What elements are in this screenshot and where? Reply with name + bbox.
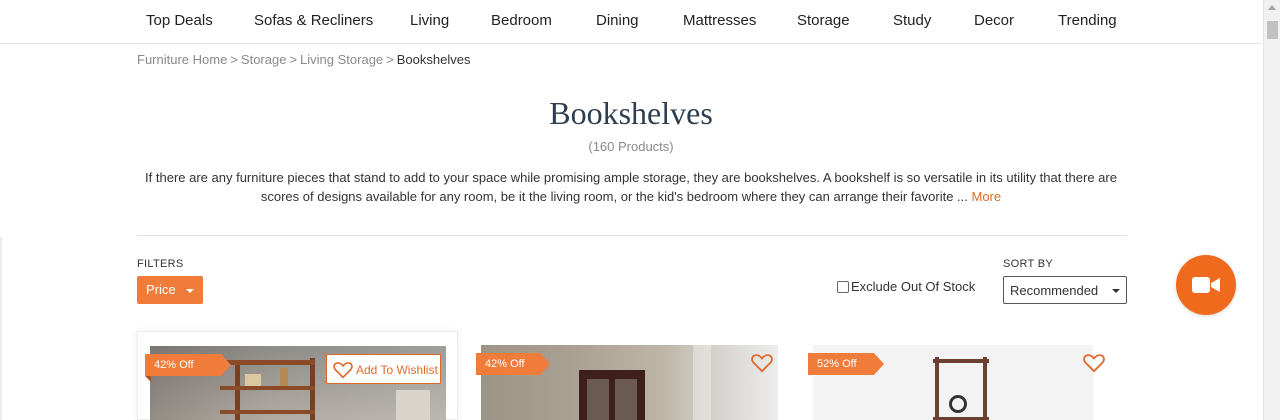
nav-trending[interactable]: Trending — [1058, 12, 1117, 29]
shelf-post — [935, 357, 939, 420]
shelf-post — [983, 357, 987, 420]
filters-label: FILTERS — [137, 258, 184, 270]
product-card[interactable]: 42% Off — [476, 331, 780, 420]
shelf-board — [220, 386, 315, 390]
discount-badge: 42% Off — [145, 354, 231, 382]
nav-top-deals[interactable]: Top Deals — [146, 12, 213, 29]
heart-outline-icon[interactable] — [1083, 353, 1105, 373]
price-filter-button[interactable]: Price — [137, 276, 203, 304]
section-divider — [137, 235, 1127, 236]
discount-badge-label: 42% Off — [485, 358, 525, 370]
curtain — [693, 345, 711, 420]
sort-by-select[interactable]: Recommended — [1003, 276, 1127, 304]
cabinet-glass — [587, 379, 609, 420]
caret-down-icon — [186, 289, 194, 293]
shelf-board — [933, 359, 989, 363]
page-scrollbar[interactable] — [1263, 0, 1280, 420]
nav-dining[interactable]: Dining — [596, 12, 639, 29]
discount-badge-label: 52% Off — [817, 358, 857, 370]
nav-mattresses[interactable]: Mattresses — [683, 12, 756, 29]
scroll-thumb[interactable] — [1267, 21, 1278, 39]
exclude-out-of-stock-checkbox[interactable] — [837, 280, 849, 293]
caret-down-icon — [1112, 289, 1120, 293]
product-card[interactable]: 52% Off — [808, 331, 1112, 420]
scroll-up-arrow-icon[interactable] — [1268, 5, 1276, 10]
shelf-board — [220, 360, 315, 365]
category-description: If there are any furniture pieces that s… — [135, 168, 1127, 206]
more-link[interactable]: More — [972, 189, 1002, 204]
breadcrumb-living-storage[interactable]: Living Storage — [300, 52, 383, 67]
cabinet-glass — [615, 379, 637, 420]
sort-by-label: SORT BY — [1003, 258, 1053, 270]
shelf-decor — [245, 374, 261, 386]
product-count: (160 Products) — [588, 139, 674, 154]
discount-badge-label: 42% Off — [154, 359, 194, 371]
nav-decor[interactable]: Decor — [974, 12, 1014, 29]
sort-by-value: Recommended — [1010, 283, 1099, 298]
add-to-wishlist-button[interactable]: Add To Wishlist — [326, 354, 441, 384]
breadcrumb: Furniture Home > Storage > Living Storage > Bo… — [137, 52, 470, 67]
video-camera-icon — [1192, 277, 1220, 293]
breadcrumb-separator: > — [289, 52, 298, 67]
nav-sofas-recliners[interactable]: Sofas & Recliners — [254, 12, 373, 29]
discount-badge: 52% Off — [808, 353, 884, 375]
nav-study[interactable]: Study — [893, 12, 931, 29]
breadcrumb-separator: > — [230, 52, 238, 67]
shelf-board — [220, 410, 315, 414]
nav-living[interactable]: Living — [410, 12, 449, 29]
heart-outline-icon — [333, 362, 353, 379]
wall-art — [396, 390, 430, 420]
clock-decor — [949, 395, 967, 413]
product-card[interactable]: 42% Off Add To Wishlist — [137, 331, 458, 420]
page-title: Bookshelves — [549, 95, 713, 131]
price-filter-label: Price — [146, 282, 176, 297]
top-nav: Top Deals Sofas & Recliners Living Bedro… — [0, 0, 1262, 44]
add-to-wishlist-label: Add To Wishlist — [356, 363, 438, 377]
heart-outline-icon[interactable] — [751, 353, 773, 373]
breadcrumb-storage[interactable]: Storage — [241, 52, 287, 67]
nav-storage[interactable]: Storage — [797, 12, 850, 29]
exclude-out-of-stock-label: Exclude Out Of Stock — [851, 279, 976, 294]
breadcrumb-separator: > — [386, 52, 394, 67]
discount-badge: 42% Off — [476, 353, 550, 375]
shelf-decor — [280, 368, 288, 386]
breadcrumb-current: Bookshelves — [396, 52, 471, 67]
left-edge-divider — [0, 237, 2, 420]
breadcrumb-furniture-home[interactable]: Furniture Home — [137, 52, 227, 67]
nav-bedroom[interactable]: Bedroom — [491, 12, 552, 29]
video-call-button[interactable] — [1176, 255, 1236, 315]
exclude-out-of-stock[interactable]: Exclude Out Of Stock — [837, 279, 975, 294]
